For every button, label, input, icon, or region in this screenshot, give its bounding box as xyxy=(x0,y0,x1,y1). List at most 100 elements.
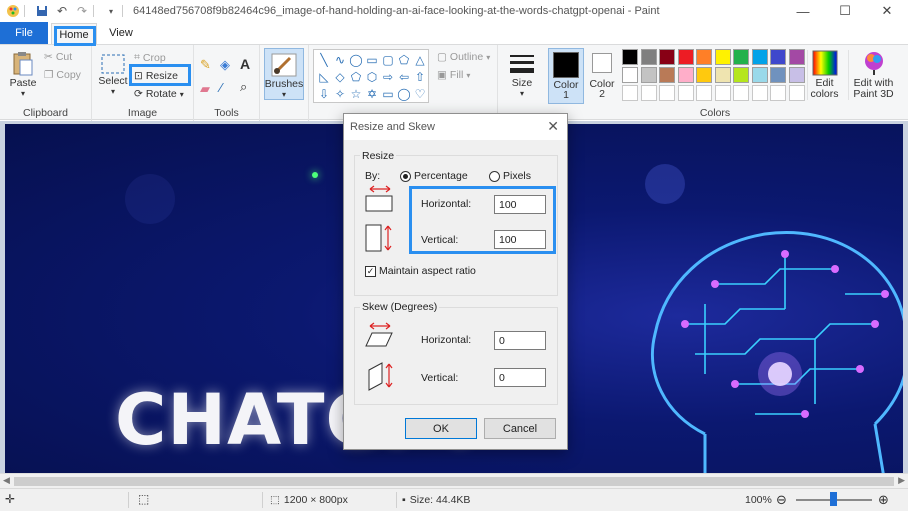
brushes-button[interactable]: Brushes ▾ xyxy=(264,48,304,100)
color-swatch[interactable] xyxy=(733,49,749,65)
color-swatch[interactable] xyxy=(714,49,731,65)
resize-horizontal-input[interactable]: 100 xyxy=(494,195,546,214)
magnifier-icon[interactable]: ⌕ xyxy=(240,79,247,95)
ok-button[interactable]: OK xyxy=(405,418,477,439)
cut-button[interactable]: ✂ Cut xyxy=(44,51,72,63)
color-swatch[interactable] xyxy=(770,49,786,65)
eraser-icon[interactable]: ▰ xyxy=(200,81,210,97)
horizontal-scrollbar[interactable]: ◀ ▶ xyxy=(0,473,908,488)
color-swatch[interactable] xyxy=(677,85,694,101)
diamond-shape-icon[interactable]: ◇ xyxy=(332,68,348,85)
star6-shape-icon[interactable]: ✡ xyxy=(364,85,380,102)
edit-colors-button[interactable]: Edit colors xyxy=(807,50,841,100)
rotate-button[interactable]: ⟳ Rotate ▾ xyxy=(134,88,184,100)
fill-icon[interactable]: ◈ xyxy=(220,57,230,73)
tab-view[interactable]: View xyxy=(106,22,136,44)
hexagon-shape-icon[interactable]: ⬡ xyxy=(364,68,380,85)
color-swatch[interactable] xyxy=(770,67,786,83)
scroll-right-icon[interactable]: ▶ xyxy=(898,475,905,486)
maintain-aspect-checkbox[interactable]: ✓ Maintain aspect ratio xyxy=(365,265,476,277)
color-swatch[interactable] xyxy=(622,67,638,83)
color-swatch[interactable] xyxy=(733,85,749,101)
pixels-radio[interactable]: Pixels xyxy=(489,170,531,182)
customize-toolbar-icon[interactable]: ▾ xyxy=(104,4,118,18)
zoom-out-icon[interactable]: ⊖ xyxy=(776,492,787,508)
color-swatch[interactable] xyxy=(788,49,805,65)
color-swatch[interactable] xyxy=(751,49,768,65)
curve-shape-icon[interactable]: ∿ xyxy=(332,51,348,68)
cancel-button[interactable]: Cancel xyxy=(484,418,556,439)
color-swatch[interactable] xyxy=(659,85,675,101)
fill-shape-button[interactable]: ▣ Fill ▾ xyxy=(437,69,470,81)
color-swatch[interactable] xyxy=(622,49,638,65)
color-swatch[interactable] xyxy=(640,67,657,83)
color-picker-icon[interactable]: ⁄ xyxy=(220,80,222,95)
tab-file[interactable]: File xyxy=(0,22,48,44)
maximize-button[interactable]: ☐ xyxy=(824,0,866,22)
resize-button[interactable]: ⊡ Resize xyxy=(134,70,178,82)
arrow-left-shape-icon[interactable]: ⇦ xyxy=(396,68,412,85)
crop-button[interactable]: ⌗ Crop xyxy=(134,51,166,64)
skew-vertical-input[interactable]: 0 xyxy=(494,368,546,387)
color-swatch[interactable] xyxy=(696,49,712,65)
color-swatch[interactable] xyxy=(640,85,657,101)
undo-icon[interactable]: ↶ xyxy=(55,4,69,18)
color-swatch[interactable] xyxy=(696,67,712,83)
polygon-shape-icon[interactable]: ⬠ xyxy=(396,51,412,68)
shapes-gallery[interactable]: ╲ ∿ ◯ ▭ ▢ ⬠ △ ◺ ◇ ⬠ ⬡ ⇨ ⇦ ⇧ ⇩ ✧ ☆ ✡ ▭ ◯ … xyxy=(313,49,429,103)
paste-button[interactable]: Paste ▾ xyxy=(8,51,38,98)
arrow-right-shape-icon[interactable]: ⇨ xyxy=(380,68,396,85)
select-button[interactable]: Select ▾ xyxy=(97,53,129,96)
scroll-thumb[interactable] xyxy=(14,477,894,486)
rectangle-shape-icon[interactable]: ▭ xyxy=(364,51,380,68)
percentage-radio-dot[interactable] xyxy=(400,170,411,182)
close-button[interactable]: ✕ xyxy=(866,0,908,22)
color-swatch[interactable] xyxy=(751,67,768,83)
copy-button[interactable]: ❐ Copy xyxy=(44,69,81,81)
color-swatch[interactable] xyxy=(677,49,694,65)
color-swatch[interactable] xyxy=(788,85,805,101)
color-swatch[interactable] xyxy=(770,85,786,101)
color-swatch[interactable] xyxy=(677,67,694,83)
color-swatch[interactable] xyxy=(788,67,805,83)
pixels-radio-dot[interactable] xyxy=(489,170,500,182)
callout-oval-shape-icon[interactable]: ◯ xyxy=(396,85,412,102)
redo-icon[interactable]: ↷ xyxy=(75,4,89,18)
color-swatch[interactable] xyxy=(714,85,731,101)
arrow-up-shape-icon[interactable]: ⇧ xyxy=(412,68,428,85)
arrow-down-shape-icon[interactable]: ⇩ xyxy=(316,85,332,102)
pentagon-shape-icon[interactable]: ⬠ xyxy=(348,68,364,85)
color1-button[interactable]: Color 1 xyxy=(548,48,584,104)
percentage-radio[interactable]: Percentage xyxy=(400,170,468,182)
color-swatch[interactable] xyxy=(659,67,675,83)
dialog-close-icon[interactable]: ✕ xyxy=(547,118,559,135)
edit-paint3d-button[interactable]: Edit with Paint 3D xyxy=(848,50,898,100)
save-icon[interactable] xyxy=(35,4,49,18)
star5-shape-icon[interactable]: ☆ xyxy=(348,85,364,102)
zoom-in-icon[interactable]: ⊕ xyxy=(878,492,889,508)
callout-rect-shape-icon[interactable]: ▭ xyxy=(380,85,396,102)
color-swatch[interactable] xyxy=(696,85,712,101)
triangle-shape-icon[interactable]: △ xyxy=(412,51,428,68)
outline-button[interactable]: ▢ Outline ▾ xyxy=(437,51,490,63)
color2-button[interactable]: Color 2 xyxy=(586,51,618,99)
color-swatch[interactable] xyxy=(714,67,731,83)
star4-shape-icon[interactable]: ✧ xyxy=(332,85,348,102)
skew-horizontal-input[interactable]: 0 xyxy=(494,331,546,350)
right-triangle-shape-icon[interactable]: ◺ xyxy=(316,68,332,85)
resize-vertical-input[interactable]: 100 xyxy=(494,230,546,249)
checkbox-checked-icon[interactable]: ✓ xyxy=(365,265,376,277)
color-swatch[interactable] xyxy=(751,85,768,101)
pencil-icon[interactable]: ✎ xyxy=(200,57,211,73)
heart-shape-icon[interactable]: ♡ xyxy=(412,85,428,102)
zoom-slider-thumb[interactable] xyxy=(830,492,837,506)
scroll-left-icon[interactable]: ◀ xyxy=(3,475,10,486)
minimize-button[interactable]: — xyxy=(782,0,824,22)
size-button[interactable]: Size ▾ xyxy=(504,51,540,98)
color-swatch[interactable] xyxy=(659,49,675,65)
rounded-rectangle-shape-icon[interactable]: ▢ xyxy=(380,51,396,68)
color-swatch[interactable] xyxy=(640,49,657,65)
color-swatch[interactable] xyxy=(622,85,638,101)
tab-home[interactable]: Home xyxy=(51,23,97,45)
line-shape-icon[interactable]: ╲ xyxy=(316,51,332,68)
